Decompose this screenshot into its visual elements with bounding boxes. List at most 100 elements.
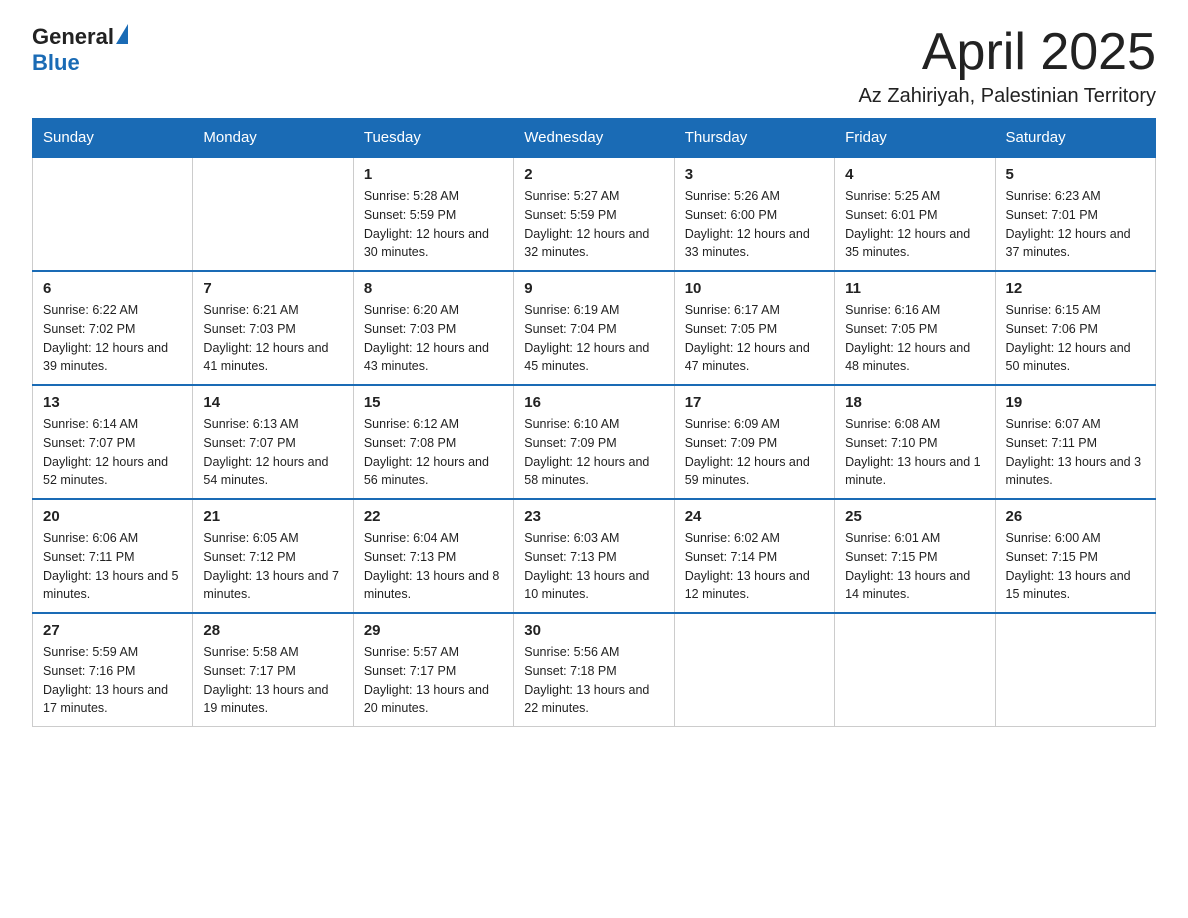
day-info: Sunrise: 6:22 AMSunset: 7:02 PMDaylight:… — [43, 301, 182, 376]
day-number: 17 — [685, 394, 824, 411]
location-subtitle: Az Zahiriyah, Palestinian Territory — [858, 85, 1156, 108]
calendar-cell: 25 Sunrise: 6:01 AMSunset: 7:15 PMDayligh… — [835, 499, 995, 613]
calendar-cell: 23 Sunrise: 6:03 AMSunset: 7:13 PMDayligh… — [514, 499, 674, 613]
day-number: 15 — [364, 394, 503, 411]
day-number: 23 — [524, 508, 663, 525]
weekday-header-sunday: Sunday — [33, 119, 193, 158]
calendar-cell: 5 Sunrise: 6:23 AMSunset: 7:01 PMDaylight… — [995, 157, 1155, 271]
calendar-cell: 21Sunrise: 6:05 AMSunset: 7:12 PMDayligh… — [193, 499, 353, 613]
calendar-cell: 28 Sunrise: 5:58 AMSunset: 7:17 PMDayligh… — [193, 613, 353, 727]
calendar-cell: 4 Sunrise: 5:25 AMSunset: 6:01 PMDaylight… — [835, 157, 995, 271]
calendar-cell — [995, 613, 1155, 727]
day-info: Sunrise: 6:16 AMSunset: 7:05 PMDaylight:… — [845, 301, 984, 376]
calendar-cell — [193, 157, 353, 271]
day-info: Sunrise: 6:06 AMSunset: 7:11 PMDaylight:… — [43, 529, 182, 604]
day-info: Sunrise: 6:04 AMSunset: 7:13 PMDaylight:… — [364, 529, 503, 604]
calendar-cell: 24 Sunrise: 6:02 AMSunset: 7:14 PMDayligh… — [674, 499, 834, 613]
logo-general-text: General — [32, 24, 114, 49]
weekday-header-friday: Friday — [835, 119, 995, 158]
day-number: 28 — [203, 622, 342, 639]
day-info: Sunrise: 6:05 AMSunset: 7:12 PMDaylight:… — [203, 529, 342, 604]
day-info: Sunrise: 6:20 AMSunset: 7:03 PMDaylight:… — [364, 301, 503, 376]
day-number: 8 — [364, 280, 503, 297]
day-number: 20 — [43, 508, 182, 525]
calendar-cell: 11Sunrise: 6:16 AMSunset: 7:05 PMDayligh… — [835, 271, 995, 385]
calendar-cell — [33, 157, 193, 271]
weekday-header-wednesday: Wednesday — [514, 119, 674, 158]
calendar-table: SundayMondayTuesdayWednesdayThursdayFrid… — [32, 118, 1156, 727]
weekday-header-tuesday: Tuesday — [353, 119, 513, 158]
day-info: Sunrise: 6:08 AMSunset: 7:10 PMDaylight:… — [845, 415, 984, 490]
day-number: 6 — [43, 280, 182, 297]
page-header: General Blue April 2025 Az Zahiriyah, Pa… — [32, 24, 1156, 108]
day-number: 30 — [524, 622, 663, 639]
calendar-cell: 22Sunrise: 6:04 AMSunset: 7:13 PMDayligh… — [353, 499, 513, 613]
day-number: 25 — [845, 508, 984, 525]
month-title: April 2025 — [858, 24, 1156, 81]
calendar-cell — [674, 613, 834, 727]
calendar-week-row: 27 Sunrise: 5:59 AMSunset: 7:16 PMDayligh… — [33, 613, 1156, 727]
weekday-header-row: SundayMondayTuesdayWednesdayThursdayFrid… — [33, 119, 1156, 158]
calendar-cell: 6 Sunrise: 6:22 AMSunset: 7:02 PMDaylight… — [33, 271, 193, 385]
day-number: 24 — [685, 508, 824, 525]
day-number: 18 — [845, 394, 984, 411]
day-info: Sunrise: 6:02 AMSunset: 7:14 PMDaylight:… — [685, 529, 824, 604]
day-number: 5 — [1006, 166, 1145, 183]
day-info: Sunrise: 5:27 AMSunset: 5:59 PMDaylight:… — [524, 187, 663, 262]
day-info: Sunrise: 6:14 AMSunset: 7:07 PMDaylight:… — [43, 415, 182, 490]
calendar-cell: 9 Sunrise: 6:19 AMSunset: 7:04 PMDaylight… — [514, 271, 674, 385]
day-info: Sunrise: 6:07 AMSunset: 7:11 PMDaylight:… — [1006, 415, 1145, 490]
calendar-cell: 8 Sunrise: 6:20 AMSunset: 7:03 PMDaylight… — [353, 271, 513, 385]
day-info: Sunrise: 6:19 AMSunset: 7:04 PMDaylight:… — [524, 301, 663, 376]
day-info: Sunrise: 5:56 AMSunset: 7:18 PMDaylight:… — [524, 643, 663, 718]
day-info: Sunrise: 5:25 AMSunset: 6:01 PMDaylight:… — [845, 187, 984, 262]
day-number: 12 — [1006, 280, 1145, 297]
day-info: Sunrise: 6:23 AMSunset: 7:01 PMDaylight:… — [1006, 187, 1145, 262]
calendar-cell: 29 Sunrise: 5:57 AMSunset: 7:17 PMDayligh… — [353, 613, 513, 727]
day-info: Sunrise: 5:58 AMSunset: 7:17 PMDaylight:… — [203, 643, 342, 718]
day-info: Sunrise: 6:17 AMSunset: 7:05 PMDaylight:… — [685, 301, 824, 376]
day-info: Sunrise: 6:09 AMSunset: 7:09 PMDaylight:… — [685, 415, 824, 490]
day-number: 27 — [43, 622, 182, 639]
day-number: 19 — [1006, 394, 1145, 411]
calendar-cell: 7Sunrise: 6:21 AMSunset: 7:03 PMDaylight… — [193, 271, 353, 385]
calendar-cell: 18 Sunrise: 6:08 AMSunset: 7:10 PMDayligh… — [835, 385, 995, 499]
calendar-cell: 14Sunrise: 6:13 AMSunset: 7:07 PMDayligh… — [193, 385, 353, 499]
calendar-cell: 13Sunrise: 6:14 AMSunset: 7:07 PMDayligh… — [33, 385, 193, 499]
weekday-header-saturday: Saturday — [995, 119, 1155, 158]
day-number: 26 — [1006, 508, 1145, 525]
day-info: Sunrise: 5:59 AMSunset: 7:16 PMDaylight:… — [43, 643, 182, 718]
calendar-cell: 17 Sunrise: 6:09 AMSunset: 7:09 PMDayligh… — [674, 385, 834, 499]
calendar-cell: 12 Sunrise: 6:15 AMSunset: 7:06 PMDayligh… — [995, 271, 1155, 385]
day-number: 16 — [524, 394, 663, 411]
calendar-cell: 27 Sunrise: 5:59 AMSunset: 7:16 PMDayligh… — [33, 613, 193, 727]
day-info: Sunrise: 6:10 AMSunset: 7:09 PMDaylight:… — [524, 415, 663, 490]
day-info: Sunrise: 6:13 AMSunset: 7:07 PMDaylight:… — [203, 415, 342, 490]
title-block: April 2025 Az Zahiriyah, Palestinian Ter… — [858, 24, 1156, 108]
calendar-cell: 15 Sunrise: 6:12 AMSunset: 7:08 PMDayligh… — [353, 385, 513, 499]
calendar-cell: 30 Sunrise: 5:56 AMSunset: 7:18 PMDayligh… — [514, 613, 674, 727]
calendar-cell: 26 Sunrise: 6:00 AMSunset: 7:15 PMDayligh… — [995, 499, 1155, 613]
calendar-week-row: 6 Sunrise: 6:22 AMSunset: 7:02 PMDaylight… — [33, 271, 1156, 385]
day-number: 3 — [685, 166, 824, 183]
logo-blue-text: Blue — [32, 50, 80, 75]
day-info: Sunrise: 5:57 AMSunset: 7:17 PMDaylight:… — [364, 643, 503, 718]
day-info: Sunrise: 6:03 AMSunset: 7:13 PMDaylight:… — [524, 529, 663, 604]
day-number: 9 — [524, 280, 663, 297]
day-number: 4 — [845, 166, 984, 183]
day-info: Sunrise: 5:28 AMSunset: 5:59 PMDaylight:… — [364, 187, 503, 262]
day-info: Sunrise: 6:01 AMSunset: 7:15 PMDaylight:… — [845, 529, 984, 604]
calendar-cell: 2 Sunrise: 5:27 AMSunset: 5:59 PMDaylight… — [514, 157, 674, 271]
day-number: 29 — [364, 622, 503, 639]
day-info: Sunrise: 6:21 AMSunset: 7:03 PMDaylight:… — [203, 301, 342, 376]
calendar-week-row: 20 Sunrise: 6:06 AMSunset: 7:11 PMDayligh… — [33, 499, 1156, 613]
day-number: 10 — [685, 280, 824, 297]
day-info: Sunrise: 5:26 AMSunset: 6:00 PMDaylight:… — [685, 187, 824, 262]
day-info: Sunrise: 6:12 AMSunset: 7:08 PMDaylight:… — [364, 415, 503, 490]
day-number: 2 — [524, 166, 663, 183]
day-info: Sunrise: 6:00 AMSunset: 7:15 PMDaylight:… — [1006, 529, 1145, 604]
day-info: Sunrise: 6:15 AMSunset: 7:06 PMDaylight:… — [1006, 301, 1145, 376]
weekday-header-monday: Monday — [193, 119, 353, 158]
calendar-cell: 3 Sunrise: 5:26 AMSunset: 6:00 PMDaylight… — [674, 157, 834, 271]
calendar-week-row: 1Sunrise: 5:28 AMSunset: 5:59 PMDaylight… — [33, 157, 1156, 271]
